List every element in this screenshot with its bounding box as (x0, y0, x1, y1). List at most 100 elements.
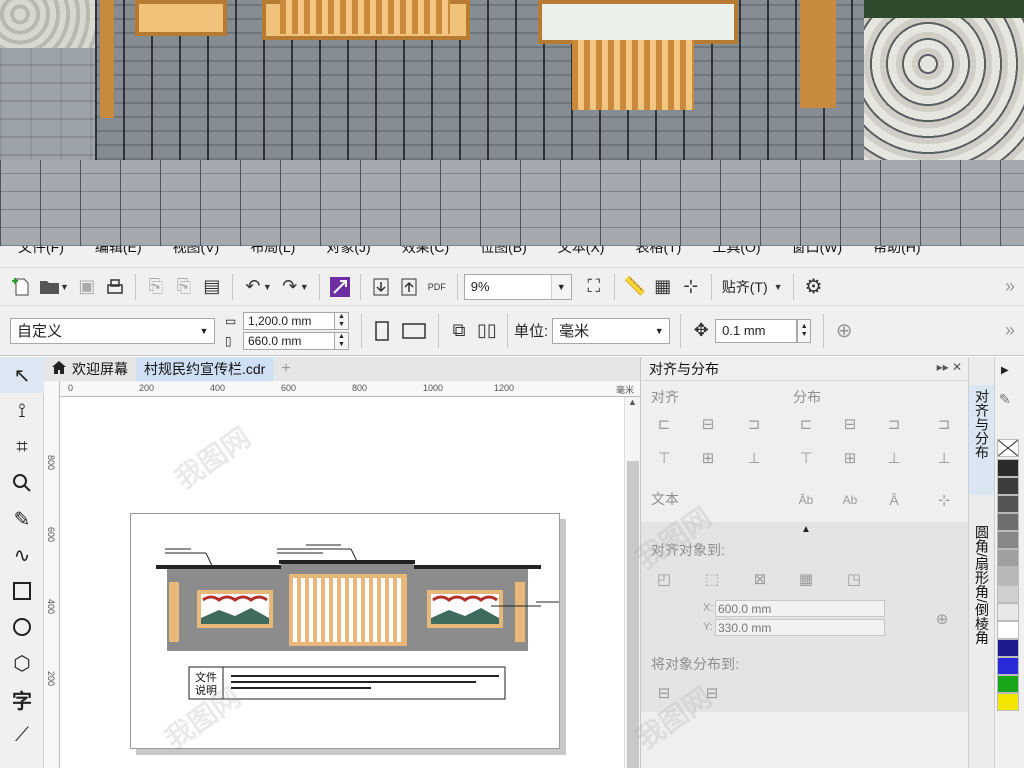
full-screen-preview-icon[interactable]: ⛶ (580, 273, 608, 301)
zoom-tool-icon[interactable] (0, 465, 44, 501)
align-to-point-icon[interactable]: ◳ (843, 568, 865, 590)
color-swatch[interactable] (997, 657, 1019, 675)
paste-icon[interactable]: ▤ (198, 273, 226, 301)
add-preset-icon[interactable]: ⊕ (830, 317, 858, 345)
export-icon[interactable] (395, 273, 423, 301)
chevron-down-icon[interactable]: ▼ (550, 274, 571, 299)
import-icon[interactable] (367, 273, 395, 301)
freehand-tool-icon[interactable]: ✎ (0, 501, 44, 537)
publish-pdf-icon[interactable]: PDF (423, 273, 451, 301)
distribute-spacing-horizontal-icon[interactable]: ⊐ (883, 413, 905, 435)
page-width-field[interactable]: ▭ 1,200.0 mm ▲ ▼ (225, 311, 349, 330)
billboard-drawing[interactable]: 文件 说明 (131, 514, 561, 750)
artistic-media-tool-icon[interactable]: ∿ (0, 537, 44, 573)
distribute-to-selection-icon[interactable]: ⊟ (653, 682, 675, 704)
align-top-icon[interactable]: ⊤ (653, 447, 675, 469)
add-tab-button[interactable]: + (273, 357, 298, 381)
show-rulers-icon[interactable]: 📏 (621, 273, 649, 301)
parallel-dimension-tool-icon[interactable]: ⟋ (0, 717, 44, 753)
nudge-spinner[interactable]: ▲ ▼ (797, 318, 812, 343)
show-guidelines-icon[interactable]: ⊹ (677, 273, 705, 301)
tab-document[interactable]: 村规民约宣传栏.cdr (136, 357, 274, 381)
portrait-icon[interactable] (368, 317, 396, 345)
toolbar-overflow-icon[interactable]: » (996, 317, 1024, 345)
nudge-distance-field[interactable]: 0.1 mm (715, 318, 798, 343)
distribute-left-icon[interactable]: ⊏ (795, 413, 817, 435)
menu-item[interactable]: 位图(B) (462, 246, 540, 257)
color-swatch[interactable] (997, 495, 1019, 513)
eyedropper-icon[interactable]: ✎ (999, 391, 1011, 408)
text-tool-icon[interactable]: 字 (0, 681, 44, 717)
color-swatch[interactable] (997, 531, 1019, 549)
chevron-down-icon[interactable]: ▼ (60, 282, 69, 292)
search-content-icon[interactable] (326, 273, 354, 301)
all-pages-icon[interactable]: ⧉ (445, 317, 473, 345)
tab-welcome-screen[interactable]: 欢迎屏幕 (44, 357, 136, 381)
print-icon[interactable] (101, 273, 129, 301)
text-outline-icon[interactable]: ⊹ (933, 489, 955, 511)
chevron-down-icon[interactable]: ▼ (194, 319, 214, 343)
snap-to-menu[interactable]: 贴齐(T) (718, 277, 772, 297)
pick-point-icon[interactable]: ⊕ (931, 608, 953, 630)
docker-controls[interactable]: ▸▸ ✕ (937, 360, 962, 374)
menu-item[interactable]: 工具(O) (694, 246, 773, 257)
distribute-top-icon[interactable]: ⊤ (795, 447, 817, 469)
menu-item[interactable]: 文件(F) (0, 246, 77, 257)
horizontal-ruler[interactable]: 0 200 400 600 800 1000 1200 毫米 (60, 381, 640, 397)
drawing-page[interactable]: 文件 说明 (130, 513, 560, 749)
palette-scroll-up-icon[interactable]: ▶ (1001, 365, 1009, 376)
crop-tool-icon[interactable]: ⌗ (0, 429, 44, 465)
color-swatch[interactable] (997, 675, 1019, 693)
width-spinner[interactable]: ▲ ▼ (335, 311, 349, 330)
tab-align-distribute[interactable]: 对齐与分布 (969, 385, 995, 495)
toolbar-overflow-icon[interactable]: » (996, 273, 1024, 301)
distribute-right-icon[interactable]: ⊐ (933, 413, 955, 435)
align-to-page-center-icon[interactable]: ⊠ (749, 568, 771, 590)
collapse-arrow-icon[interactable]: ▲ (801, 524, 811, 535)
zoom-level-select[interactable]: 9% ▼ (463, 273, 572, 300)
align-to-active-objects-icon[interactable]: ◰ (653, 568, 675, 590)
show-grid-icon[interactable]: ▦ (649, 273, 677, 301)
color-swatch[interactable] (997, 513, 1019, 531)
color-swatch[interactable] (997, 639, 1019, 657)
chevron-down-icon[interactable]: ▼ (300, 282, 309, 292)
align-left-icon[interactable]: ⊏ (653, 413, 675, 435)
color-swatch[interactable] (997, 477, 1019, 495)
color-swatch[interactable] (997, 693, 1019, 711)
distribute-bottom-icon[interactable]: ⊥ (933, 447, 955, 469)
page-size-preset-select[interactable]: 自定义 ▼ (10, 317, 215, 344)
color-swatch[interactable] (997, 549, 1019, 567)
menu-item[interactable]: 窗口(W) (774, 246, 856, 257)
units-select[interactable]: 毫米 ▼ (552, 317, 671, 344)
menu-item[interactable]: 效果(C) (384, 246, 462, 257)
copy-icon[interactable]: ⎘ (170, 273, 198, 301)
color-swatch[interactable] (997, 621, 1019, 639)
menu-item[interactable]: 视图(V) (155, 246, 233, 257)
x-coordinate-field[interactable]: 600.0 mm (715, 600, 885, 617)
align-to-grid-icon[interactable]: ▦ (795, 568, 817, 590)
menu-item[interactable]: 对象(J) (308, 246, 383, 257)
align-right-icon[interactable]: ⊐ (743, 413, 765, 435)
align-to-page-edge-icon[interactable]: ⬚ (701, 568, 723, 590)
align-center-horizontal-icon[interactable]: ⊟ (697, 413, 719, 435)
distribute-spacing-vertical-icon[interactable]: ⊥ (883, 447, 905, 469)
chevron-down-icon[interactable]: ▼ (649, 319, 669, 343)
gear-icon[interactable]: ⚙ (800, 273, 828, 301)
menu-item[interactable]: 文本(X) (540, 246, 618, 257)
menu-item[interactable]: 表格(T) (617, 246, 694, 257)
page-height-field[interactable]: ▯ 660.0 mm ▲ ▼ (225, 331, 349, 350)
text-bounding-box-icon[interactable]: Ā (883, 489, 905, 511)
scroll-up-icon[interactable]: ▲ (625, 397, 640, 407)
menu-item[interactable]: 布局(L) (232, 246, 308, 257)
color-swatch[interactable] (997, 567, 1019, 585)
landscape-icon[interactable] (396, 317, 432, 345)
y-coordinate-field[interactable]: 330.0 mm (715, 619, 885, 636)
save-icon[interactable]: ▣ (73, 273, 101, 301)
new-document-icon[interactable] (8, 273, 36, 301)
pick-tool-icon[interactable]: ↖ (0, 357, 44, 393)
vertical-scrollbar[interactable]: ▲ (624, 397, 640, 768)
vertical-ruler[interactable]: 800 600 400 200 (44, 381, 60, 768)
scroll-thumb[interactable] (627, 461, 639, 768)
chevron-down-icon[interactable]: ▼ (263, 282, 272, 292)
page-width-value[interactable]: 1,200.0 mm (243, 311, 335, 330)
